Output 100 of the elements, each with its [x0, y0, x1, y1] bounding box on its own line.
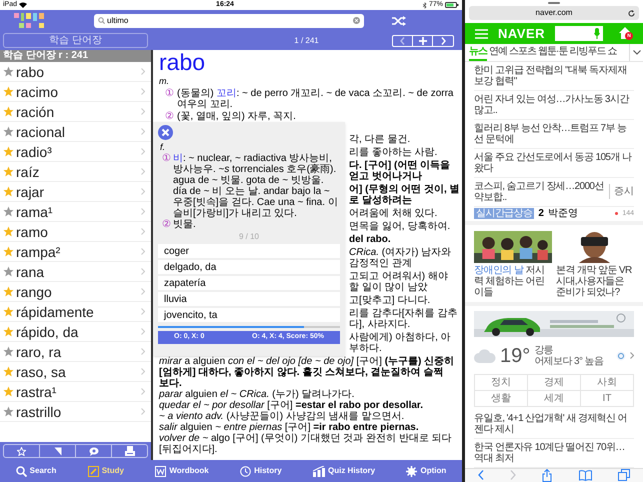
word-list-item[interactable]: rama¹ [0, 202, 151, 222]
news-category-tab[interactable]: 스포츠 [509, 44, 536, 61]
word-list-item[interactable]: rabo [0, 62, 151, 82]
bookmarks-icon[interactable] [578, 470, 592, 481]
star-icon[interactable] [3, 86, 14, 97]
headline-link[interactable]: 서울 주요 간선도로에서 동공 105개 나왔다 [474, 152, 634, 174]
answer-option[interactable]: coger [158, 244, 340, 258]
shuffle-icon[interactable] [392, 16, 406, 26]
location-icon[interactable] [616, 350, 626, 361]
back-icon[interactable] [478, 470, 484, 480]
word-list-item[interactable]: rastra¹ [0, 382, 151, 402]
category-link[interactable]: 사회 [581, 374, 634, 391]
headline-link[interactable]: 힐러리 8부 능선 안착…트럼프 7부 능선 문턱에 [474, 122, 634, 145]
word-list-item[interactable]: ración [0, 102, 151, 122]
answer-option[interactable]: jovencito, ta [158, 308, 340, 322]
sense-number: ② [165, 111, 174, 122]
headline-link[interactable]: 유일호, '4+1 산업개혁' 새 경제혁신 어젠다 제시 [474, 410, 634, 439]
word-list-item[interactable]: rango [0, 282, 151, 302]
headline-link[interactable]: 코스피, 숨고르기 장세…2000선 약보합.. [474, 180, 605, 203]
word-list-item[interactable]: rápido, da [0, 322, 151, 342]
star-icon[interactable] [3, 66, 14, 77]
definition-text: 리를 감추다[자취를 감추다], 사라지다. [349, 308, 458, 330]
tab-bar-item[interactable]: Quiz History [311, 462, 378, 480]
photo-caption-link[interactable]: 장애인의 날 저시력 체험하는 어린이들 [474, 264, 552, 298]
star-icon[interactable] [3, 246, 14, 257]
star-icon[interactable] [3, 106, 14, 117]
answer-option[interactable]: lluvia [158, 292, 340, 306]
category-link[interactable]: 정치 [475, 374, 528, 391]
word-list-item[interactable]: radio³ [0, 142, 151, 162]
word-list-item[interactable]: raíz [0, 162, 151, 182]
word-list-item[interactable]: ramo [0, 222, 151, 242]
word-text: rastra¹ [16, 384, 58, 400]
word-list-item[interactable]: rápidamente [0, 302, 151, 322]
headline-link[interactable]: 어린 자녀 있는 여성…가사노동 3시간 많고.. [474, 94, 634, 116]
star-icon[interactable] [3, 166, 14, 177]
star-icon[interactable] [3, 326, 14, 337]
tab-bar-item[interactable]: Option [404, 462, 448, 480]
word-text: ración [16, 104, 56, 120]
star-icon[interactable] [3, 386, 14, 397]
photo-caption-link[interactable]: 본격 개막 앞둔 VR시대,사용자들은 준비가 되었나? [556, 264, 634, 298]
headline-link[interactable]: 한미 고위급 전략협의 "대북 독자제재 보강 협력" [474, 64, 634, 87]
word-list-item[interactable]: rampa² [0, 242, 151, 262]
chevron-right-icon [141, 188, 145, 195]
word-list-item[interactable]: rajar [0, 182, 151, 202]
star-icon[interactable] [3, 346, 14, 357]
clock-icon [240, 466, 252, 476]
news-category-tab[interactable]: 연예 [489, 44, 507, 61]
bluetooth-icon [422, 2, 427, 8]
trending-keyword[interactable]: 박준영 [548, 206, 612, 222]
tabs-icon[interactable] [618, 469, 630, 482]
word-text: racimo [16, 84, 60, 100]
star-icon[interactable] [3, 266, 14, 277]
chevron-right-icon [141, 268, 145, 275]
star-icon[interactable] [3, 406, 14, 417]
star-icon[interactable] [3, 186, 14, 197]
search-field[interactable]: ultimo [94, 14, 364, 28]
star-icon[interactable] [3, 286, 14, 297]
word-text: rana [16, 264, 46, 280]
word-list-item[interactable]: rana [0, 262, 151, 282]
chevron-right-icon [141, 408, 145, 415]
rank-number: 2 [538, 207, 544, 222]
word-list-item[interactable]: raro, ra [0, 342, 151, 362]
chevron-down-icon[interactable] [632, 50, 640, 55]
star-icon[interactable] [3, 126, 14, 137]
star-icon[interactable] [3, 366, 14, 377]
category-link[interactable]: 경제 [528, 374, 581, 391]
address-bar[interactable]: naver.com [469, 6, 639, 20]
site-search-field[interactable] [555, 26, 604, 42]
share-icon[interactable] [542, 468, 552, 482]
wordbook-button[interactable]: 학습 단어장 [3, 33, 148, 48]
news-category-tab[interactable]: 리빙푸드 [569, 44, 606, 61]
chevron-right-icon[interactable] [630, 352, 634, 360]
category-link[interactable]: 생활 [475, 390, 528, 407]
answer-option[interactable]: zapatería [158, 276, 340, 290]
tab-bar-item[interactable]: Search [14, 462, 58, 480]
page-icon [54, 446, 62, 456]
category-link[interactable]: 세계 [528, 390, 581, 407]
star-icon[interactable] [3, 206, 14, 217]
word-text: ramo [16, 224, 49, 240]
category-link[interactable]: IT [581, 390, 634, 407]
pencil-icon [88, 466, 99, 476]
close-icon[interactable] [158, 125, 173, 140]
reload-icon[interactable] [628, 10, 635, 17]
word-list-item[interactable]: rastrillo [0, 402, 151, 422]
clear-icon[interactable] [353, 17, 360, 24]
temperature: 19° [500, 344, 530, 369]
answer-option[interactable]: delgado, da [158, 260, 340, 274]
word-list-item[interactable]: racional [0, 122, 151, 142]
news-category-tab[interactable]: 쇼 [607, 44, 616, 61]
tab-bar-item[interactable]: History [238, 462, 284, 480]
star-icon[interactable] [3, 306, 14, 317]
word-list-item[interactable]: racimo [0, 82, 151, 102]
microphone-icon[interactable] [594, 28, 600, 40]
sense-number: ② [162, 219, 171, 230]
tab-bar-item[interactable]: Wordbook [153, 462, 211, 480]
word-list-item[interactable]: raso, sa [0, 362, 151, 382]
star-icon[interactable] [3, 226, 14, 237]
news-category-tab[interactable]: 웹툰·툰 [538, 44, 568, 61]
menu-icon[interactable] [475, 28, 488, 39]
star-icon[interactable] [3, 146, 14, 157]
